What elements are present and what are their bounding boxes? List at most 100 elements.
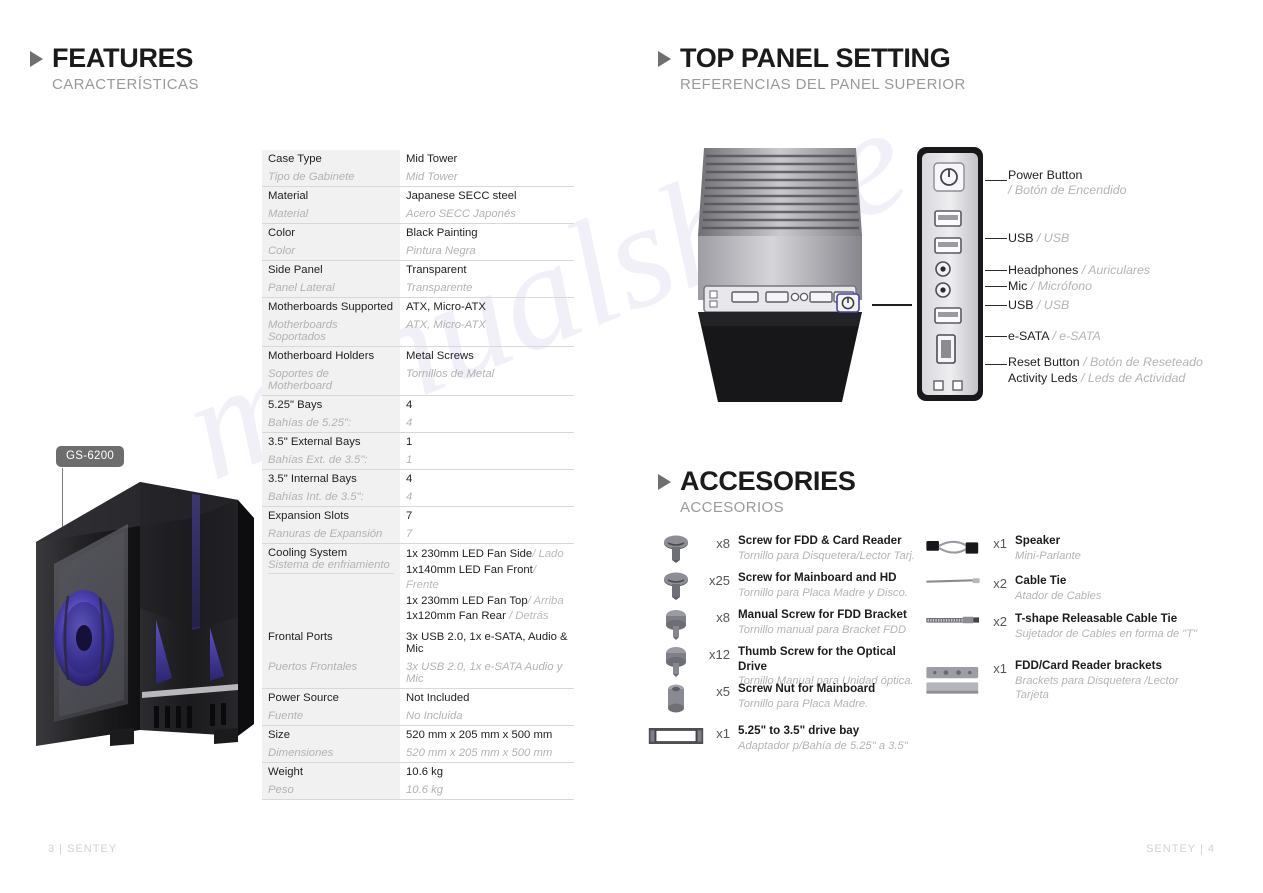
spec-key: Side Panel bbox=[262, 261, 400, 279]
accessory-name-en: Speaker bbox=[1015, 534, 1061, 547]
spec-row-es: Puertos Frontales 3x USB 2.0, 1x e-SATA A… bbox=[262, 657, 574, 689]
callout-leader-line bbox=[985, 364, 1007, 365]
callout-es: / USB bbox=[1036, 231, 1070, 245]
callout-es: / Leds de Actividad bbox=[1081, 371, 1186, 385]
spec-key-es: Material bbox=[262, 205, 400, 223]
spec-value: 10.6 kg bbox=[406, 765, 444, 778]
spec-row-es: Bahías de 5.25": 4 bbox=[262, 414, 574, 433]
spec-value-es: 3x USB 2.0, 1x e-SATA Audio y Mic bbox=[406, 660, 563, 685]
spec-row-es: Soportes de Motherboard Tornillos de Meta… bbox=[262, 365, 574, 396]
accessory-name-en: Thumb Screw for the Optical Drive bbox=[738, 645, 896, 673]
triangle-bullet-icon bbox=[658, 473, 671, 490]
accessory-name-es: Tornillo para Disquetera/Lector Tarj. bbox=[738, 549, 916, 562]
spec-key: Motherboards Supported bbox=[262, 298, 400, 316]
accessory-row: x1 FDD/Card Reader brackets Brackets para … bbox=[925, 659, 1215, 703]
callout-leader-line bbox=[985, 286, 1007, 287]
spec-value: Black Painting bbox=[406, 227, 478, 239]
accessory-text: T-shape Releasable Cable Tie Sujetador de… bbox=[1015, 612, 1197, 641]
spec-value: Not Included bbox=[406, 691, 470, 704]
spec-row-en: Color Black Painting bbox=[262, 224, 574, 242]
spec-value-es: Transparente bbox=[406, 282, 473, 294]
callout-en: Reset Button bbox=[1008, 355, 1084, 369]
accessory-quantity: x1 bbox=[993, 661, 1007, 676]
power-button-icon[interactable] bbox=[835, 292, 861, 314]
accessory-row: x2 Cable Tie Atador de Cables bbox=[925, 574, 1215, 603]
spec-row-es: Bahías Int. de 3.5": 4 bbox=[262, 488, 574, 507]
spec-key: 3.5" External Bays bbox=[262, 433, 400, 451]
accessory-name-es: Atador de Cables bbox=[1015, 589, 1102, 602]
spec-value: Metal Screws bbox=[406, 350, 474, 362]
pan-head-screw-icon bbox=[648, 534, 704, 564]
spec-value-es: Mid Tower bbox=[406, 171, 458, 183]
spec-row-en: Material Japanese SECC steel bbox=[262, 187, 574, 205]
accessory-name-en: Screw for Mainboard and HD bbox=[738, 571, 897, 584]
accessory-quantity: x8 bbox=[716, 536, 730, 551]
callout-en: e-SATA bbox=[1008, 329, 1053, 343]
speaker-icon bbox=[925, 534, 981, 562]
spec-value: ATX, Micro-ATX bbox=[406, 301, 486, 313]
spec-row-es: Tipo de Gabinete Mid Tower bbox=[262, 168, 574, 187]
panel-callout-label: Headphones / Auriculares bbox=[1008, 263, 1150, 278]
top-panel-detail-image bbox=[917, 147, 983, 401]
panel-callout-label: USB / USB bbox=[1008, 298, 1069, 313]
spec-key: Motherboard Holders bbox=[262, 347, 400, 365]
top-panel-title-en: TOP PANEL SETTING bbox=[680, 43, 951, 73]
cooling-line: 1x120mm Fan Rear / Detrás bbox=[406, 610, 549, 622]
callout-en: Headphones bbox=[1008, 263, 1082, 277]
spec-key-es: Bahías de 5.25": bbox=[262, 414, 400, 432]
accessory-quantity: x5 bbox=[716, 684, 730, 699]
thumb-screw-icon bbox=[648, 645, 704, 677]
triangle-bullet-icon bbox=[658, 50, 671, 67]
spec-key-es: Puertos Frontales bbox=[262, 657, 400, 688]
spec-key-es: Panel Lateral bbox=[262, 279, 400, 297]
model-badge: GS-6200 bbox=[56, 446, 125, 467]
spec-row-en: 5.25" Bays 4 bbox=[262, 396, 574, 414]
accessory-name-es: Tornillo para Placa Madre y Disco. bbox=[738, 586, 908, 599]
spec-key-es: Ranuras de Expansión bbox=[262, 525, 400, 543]
callout-es: / Botón de Encendido bbox=[1008, 183, 1127, 197]
accessory-row: x5 Screw Nut for Mainboard Tornillo para P… bbox=[648, 682, 928, 714]
accessory-text: Manual Screw for FDD Bracket Tornillo man… bbox=[738, 608, 907, 637]
spec-row-en: Side Panel Transparent bbox=[262, 261, 574, 279]
spec-key: Material bbox=[262, 187, 400, 205]
footer-left: 3 | SENTEY bbox=[48, 843, 118, 855]
t-cable-tie-icon bbox=[925, 612, 981, 628]
accessory-text: Screw for FDD & Card Reader Tornillo para… bbox=[738, 534, 915, 563]
panel-callout-label: e-SATA / e-SATA bbox=[1008, 329, 1101, 344]
callout-en: Mic bbox=[1008, 279, 1031, 293]
spec-row-en: Expansion Slots 7 bbox=[262, 507, 574, 525]
spec-value: 3x USB 2.0, 1x e-SATA, Audio & Mic bbox=[406, 630, 568, 655]
catalog-page: manualshive.com FEATURES CARACTERÍSTICAS… bbox=[0, 0, 1263, 893]
spec-row-en: Case Type Mid Tower bbox=[262, 150, 574, 168]
spec-value-es: 520 mm x 205 mm x 500 mm bbox=[406, 746, 553, 759]
spec-row-en: Power Source Not Included bbox=[262, 688, 574, 707]
accessory-quantity: x25 bbox=[709, 573, 730, 588]
spec-key-es: Dimensiones bbox=[262, 743, 400, 762]
spec-value: Mid Tower bbox=[406, 153, 458, 165]
accessory-text: Speaker Mini-Parlante bbox=[1015, 534, 1081, 563]
accessory-quantity: x1 bbox=[716, 726, 730, 741]
standoff-nut-icon bbox=[648, 682, 704, 714]
accessory-name-en: 5.25" to 3.5" drive bay bbox=[738, 724, 860, 737]
spec-value-es: 10.6 kg bbox=[406, 783, 444, 796]
features-heading: FEATURES CARACTERÍSTICAS bbox=[30, 45, 199, 92]
accessory-name-es: Mini-Parlante bbox=[1015, 549, 1081, 562]
accessory-row: x8 Manual Screw for FDD Bracket Tornillo m… bbox=[648, 608, 928, 640]
spec-value-es: Pintura Negra bbox=[406, 245, 476, 257]
accessory-row: x8 Screw for FDD & Card Reader Tornillo pa… bbox=[648, 534, 928, 564]
spec-key: 5.25" Bays bbox=[262, 396, 400, 414]
bracket-icon bbox=[925, 659, 981, 703]
accessory-text: 5.25" to 3.5" drive bay Adaptador p/Bahía… bbox=[738, 724, 908, 753]
spec-row-en: Motherboards Supported ATX, Micro-ATX bbox=[262, 298, 574, 316]
features-title-en: FEATURES bbox=[52, 43, 194, 73]
spec-value-es: 4 bbox=[406, 417, 413, 429]
spec-row-es: Fuente No Incluida bbox=[262, 706, 574, 726]
spec-key-es: Fuente bbox=[262, 706, 400, 725]
spec-row-en: Weight 10.6 kg bbox=[262, 762, 574, 781]
panel-connector-line bbox=[872, 304, 912, 306]
panel-callout-label: Reset Button / Botón de Reseteado bbox=[1008, 355, 1203, 370]
spec-value: 7 bbox=[406, 510, 413, 522]
spec-row-en: Size 520 mm x 205 mm x 500 mm bbox=[262, 725, 574, 744]
accessories-heading: ACCESORIES ACCESORIOS bbox=[658, 468, 856, 515]
spec-row-en: Motherboard Holders Metal Screws bbox=[262, 347, 574, 365]
